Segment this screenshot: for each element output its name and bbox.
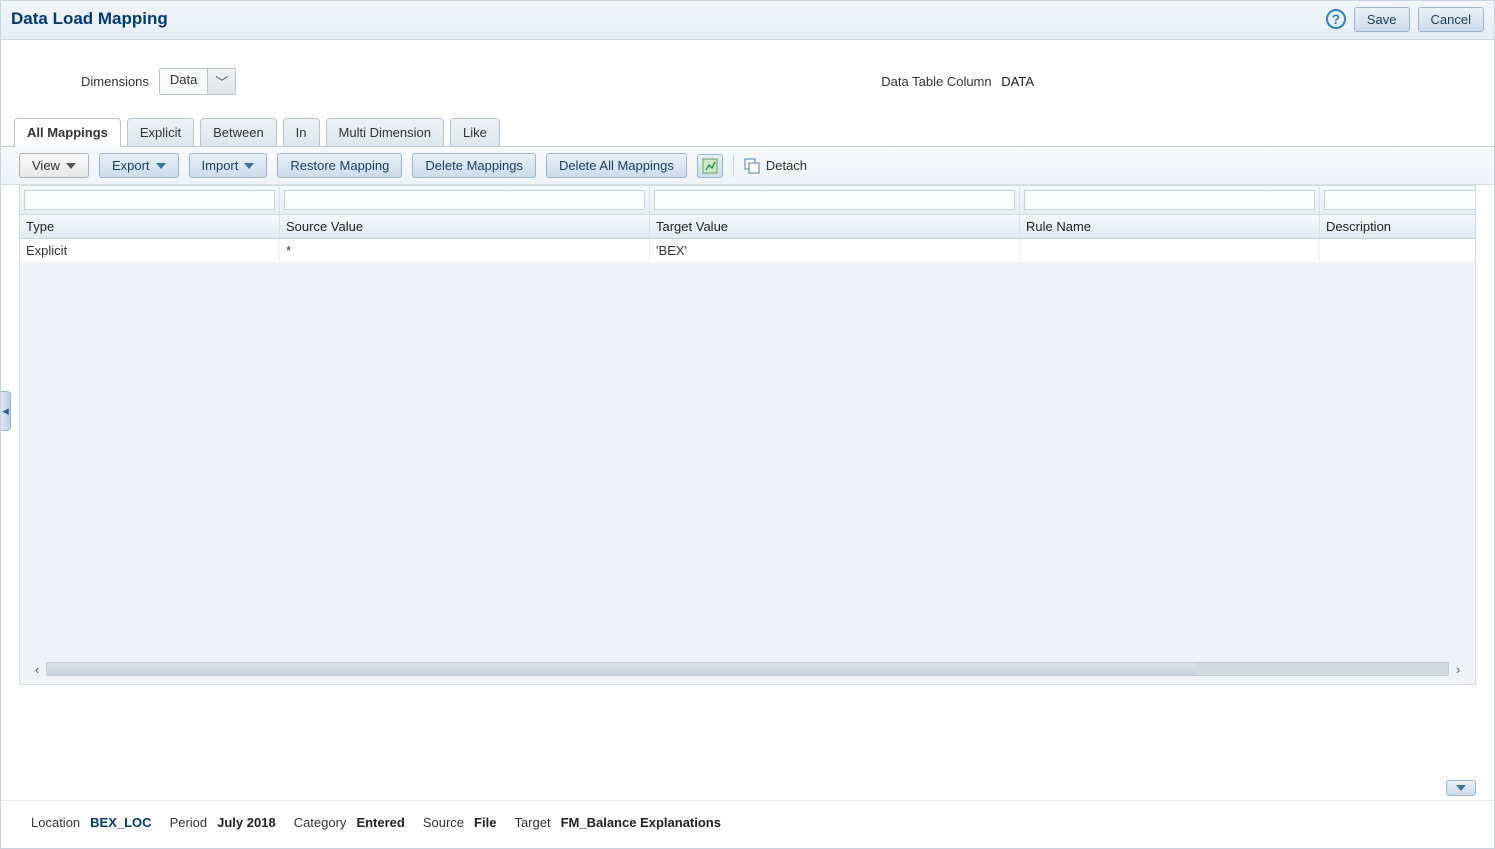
category-label: Category	[294, 815, 347, 830]
target-label: Target	[514, 815, 550, 830]
cell-description	[1320, 239, 1476, 262]
export-label: Export	[112, 158, 150, 173]
header-actions: ? Save Cancel	[1326, 7, 1484, 32]
detach-button[interactable]: Detach	[744, 158, 807, 174]
detach-label: Detach	[766, 158, 807, 173]
chevron-down-icon	[156, 163, 166, 169]
location-value: BEX_LOC	[90, 815, 151, 830]
cell-target: 'BEX'	[650, 239, 1020, 262]
period-label: Period	[170, 815, 208, 830]
export-button[interactable]: Export	[99, 153, 179, 178]
category-value: Entered	[356, 815, 404, 830]
filter-rule-input[interactable]	[1024, 190, 1315, 210]
location-label: Location	[31, 815, 80, 830]
save-button[interactable]: Save	[1354, 7, 1410, 32]
tab-multi-dimension[interactable]: Multi Dimension	[326, 118, 444, 146]
cell-source: *	[280, 239, 650, 262]
chevron-down-icon	[66, 163, 76, 169]
scroll-track[interactable]	[46, 662, 1449, 676]
filter-type-input[interactable]	[24, 190, 275, 210]
cell-rule	[1020, 239, 1320, 262]
scroll-left-icon[interactable]: ‹	[28, 660, 46, 678]
col-type[interactable]: Type	[20, 215, 280, 238]
col-source-value[interactable]: Source Value	[280, 215, 650, 238]
scroll-thumb[interactable]	[47, 663, 1196, 675]
target-value: FM_Balance Explanations	[561, 815, 721, 830]
restore-mapping-button[interactable]: Restore Mapping	[277, 153, 402, 178]
view-menu-label: View	[32, 158, 60, 173]
period-value: July 2018	[217, 815, 276, 830]
table-filter-row	[20, 186, 1475, 215]
toolbar-separator	[733, 155, 734, 177]
chevron-down-icon	[1456, 785, 1466, 791]
dimensions-select[interactable]: Data ﹀	[159, 68, 236, 95]
page-header: Data Load Mapping ? Save Cancel	[1, 1, 1494, 40]
horizontal-scrollbar[interactable]: ‹ ›	[28, 660, 1467, 678]
data-table-column-label: Data Table Column	[881, 74, 991, 89]
import-label: Import	[202, 158, 239, 173]
collapse-toggle[interactable]	[1446, 780, 1476, 796]
import-button[interactable]: Import	[189, 153, 268, 178]
format-icon[interactable]	[697, 154, 723, 178]
filter-description-input[interactable]	[1324, 190, 1476, 210]
chevron-down-icon[interactable]: ﹀	[207, 69, 235, 94]
table-header-row: Type Source Value Target Value Rule Name…	[20, 215, 1475, 239]
page-title: Data Load Mapping	[11, 5, 168, 33]
data-table-column: Data Table Column DATA	[881, 74, 1414, 89]
view-menu-button[interactable]: View	[19, 153, 89, 178]
delete-all-mappings-button[interactable]: Delete All Mappings	[546, 153, 687, 178]
tab-explicit[interactable]: Explicit	[127, 118, 194, 146]
detach-icon	[744, 158, 760, 174]
delete-mappings-button[interactable]: Delete Mappings	[412, 153, 536, 178]
cell-type: Explicit	[20, 239, 280, 262]
table-row[interactable]: Explicit * 'BEX'	[20, 239, 1475, 262]
tab-all-mappings[interactable]: All Mappings	[14, 118, 121, 147]
side-panel-handle[interactable]: ◂	[1, 391, 11, 431]
data-table-column-value: DATA	[1001, 74, 1034, 89]
chevron-down-icon	[244, 163, 254, 169]
table-toolbar: View Export Import Restore Mapping Delet…	[1, 147, 1494, 185]
source-value: File	[474, 815, 496, 830]
col-target-value[interactable]: Target Value	[650, 215, 1020, 238]
col-description[interactable]: Description	[1320, 215, 1476, 238]
tabs-bar: All Mappings Explicit Between In Multi D…	[1, 117, 1494, 147]
tab-like[interactable]: Like	[450, 118, 500, 146]
cancel-button[interactable]: Cancel	[1418, 7, 1484, 32]
dimensions-value: Data	[160, 69, 207, 94]
col-rule-name[interactable]: Rule Name	[1020, 215, 1320, 238]
tab-between[interactable]: Between	[200, 118, 277, 146]
dimension-form-row: Dimensions Data ﹀ Data Table Column DATA	[1, 40, 1494, 117]
filter-target-input[interactable]	[654, 190, 1015, 210]
help-icon[interactable]: ?	[1326, 9, 1346, 29]
status-bar: Location BEX_LOC Period July 2018 Catego…	[1, 800, 1494, 848]
source-label: Source	[423, 815, 464, 830]
scroll-right-icon[interactable]: ›	[1449, 660, 1467, 678]
dimensions-label: Dimensions	[81, 74, 149, 89]
filter-source-input[interactable]	[284, 190, 645, 210]
tab-in[interactable]: In	[283, 118, 320, 146]
mappings-table: Type Source Value Target Value Rule Name…	[19, 185, 1476, 685]
